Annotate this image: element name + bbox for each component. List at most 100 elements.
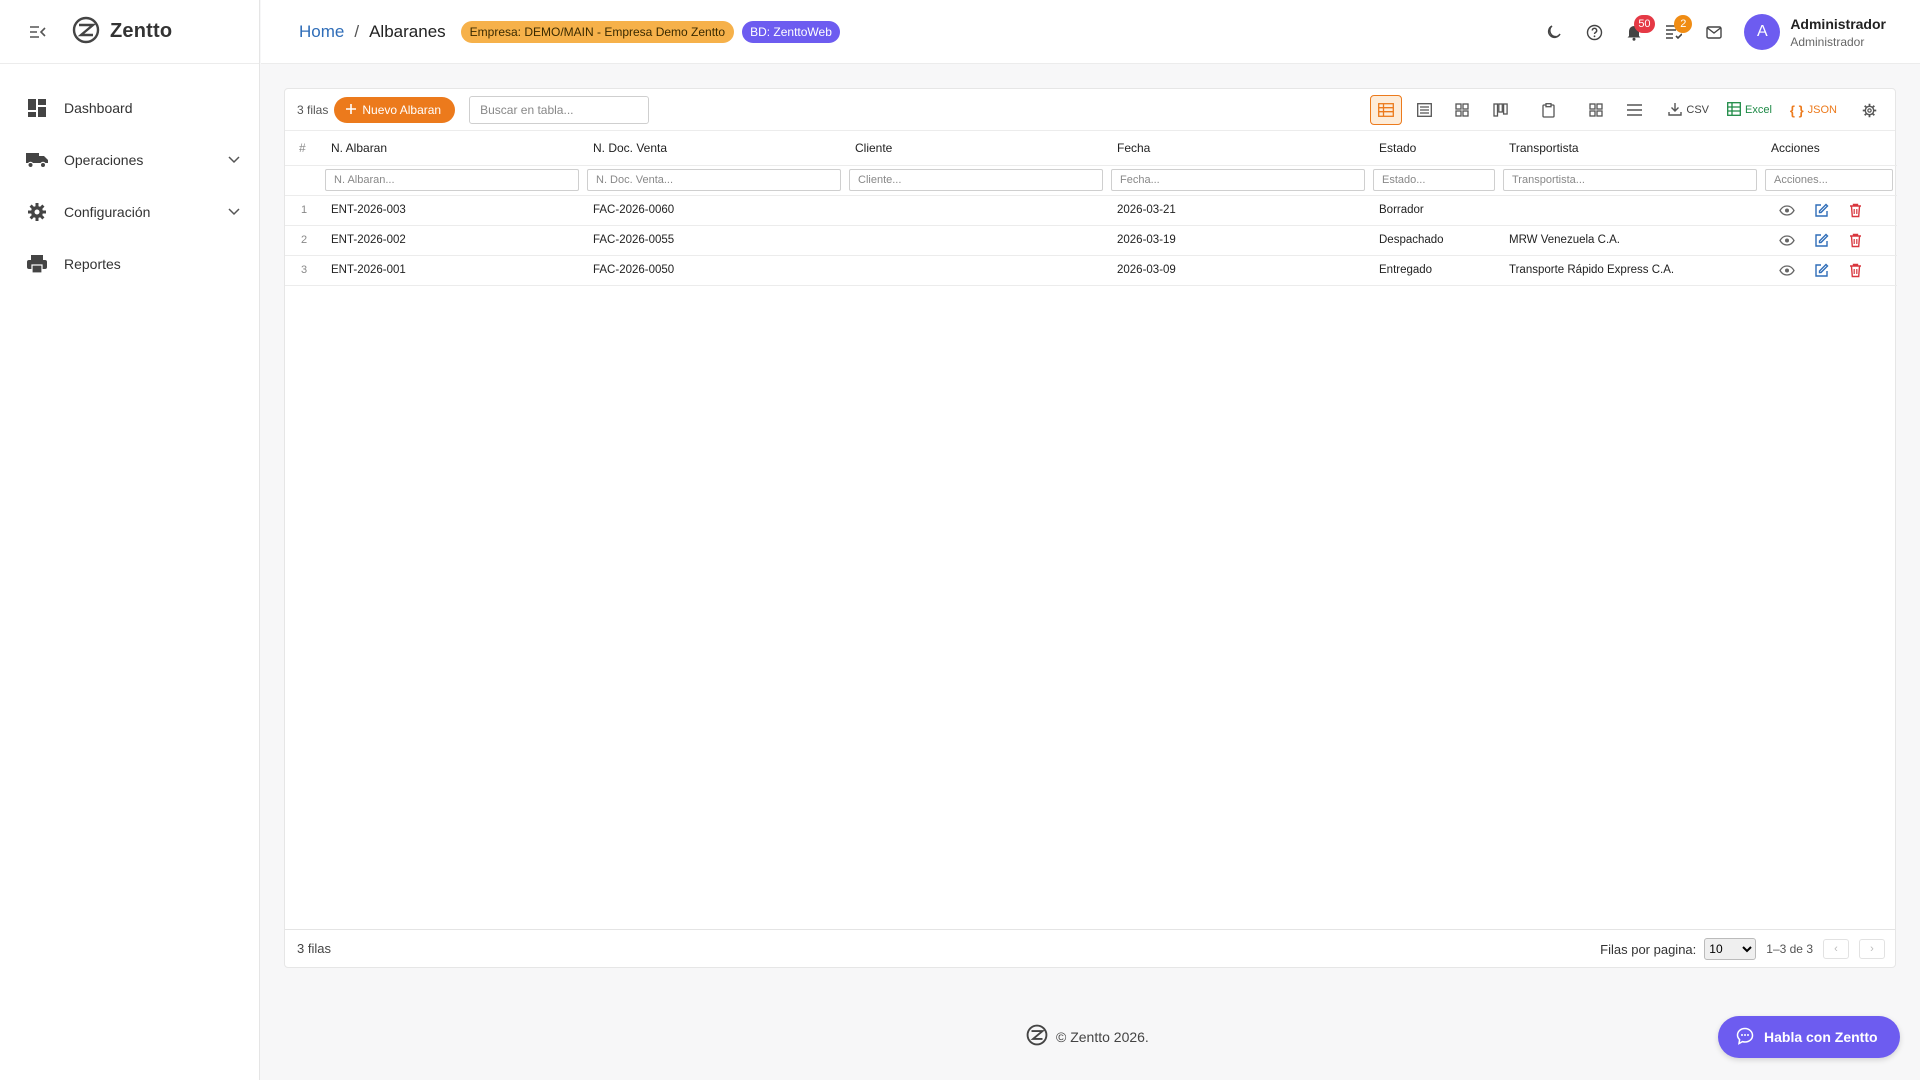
- table-row[interactable]: 1 ENT-2026-003 FAC-2026-0060 2026-03-21 …: [285, 195, 1897, 226]
- notifications-count-badge: 50: [1634, 15, 1655, 33]
- table-row[interactable]: 3 ENT-2026-001 FAC-2026-0050 2026-03-09 …: [285, 255, 1897, 286]
- prev-page-button[interactable]: ‹: [1823, 939, 1849, 959]
- avatar[interactable]: A: [1744, 14, 1781, 50]
- filter-fecha-input[interactable]: [1111, 169, 1365, 191]
- list-view-icon[interactable]: [1408, 95, 1440, 125]
- cell-fecha: 2026-03-21: [1107, 195, 1369, 226]
- column-header-cliente[interactable]: Cliente: [845, 131, 1107, 166]
- notifications-icon[interactable]: 50: [1614, 12, 1655, 52]
- cell-cliente: [845, 195, 1107, 226]
- delete-icon[interactable]: [1845, 200, 1865, 220]
- sidebar-item-label: Reportes: [64, 256, 121, 272]
- column-header-albaran[interactable]: N. Albaran: [321, 131, 583, 166]
- dark-mode-icon[interactable]: [1534, 12, 1574, 52]
- table-row[interactable]: 2 ENT-2026-002 FAC-2026-0055 2026-03-19 …: [285, 225, 1897, 256]
- mail-icon[interactable]: [1694, 12, 1734, 52]
- filter-cliente-input[interactable]: [849, 169, 1103, 191]
- next-page-button[interactable]: ›: [1859, 939, 1885, 959]
- chat-bubble-icon: [1736, 1027, 1754, 1048]
- plus-icon: [346, 103, 357, 117]
- company-badge[interactable]: Empresa: DEMO/MAIN - Empresa Demo Zentto: [460, 20, 735, 43]
- export-json-button[interactable]: { } JSON: [1790, 103, 1837, 118]
- column-header-doc-venta[interactable]: N. Doc. Venta: [583, 131, 845, 166]
- edit-icon[interactable]: [1811, 200, 1831, 220]
- cell-transportista: Transporte Rápido Express C.A.: [1499, 255, 1761, 286]
- chat-button[interactable]: Habla con Zentto: [1718, 1016, 1900, 1058]
- export-excel-button[interactable]: Excel: [1727, 101, 1772, 119]
- view-icon[interactable]: [1777, 200, 1797, 220]
- filter-estado-input[interactable]: [1373, 169, 1495, 191]
- filter-albaran-input[interactable]: [325, 169, 579, 191]
- delete-icon[interactable]: [1845, 260, 1865, 280]
- tasks-count-badge: 2: [1674, 15, 1693, 33]
- breadcrumb-home[interactable]: Home: [299, 22, 344, 42]
- sidebar-item-dashboard[interactable]: Dashboard: [0, 82, 259, 134]
- user-name: Administrador: [1790, 15, 1886, 32]
- cell-albaran: ENT-2026-002: [321, 225, 583, 256]
- albaranes-table: # N. Albaran N. Doc. Venta Cliente Fecha…: [285, 131, 1897, 286]
- view-icon[interactable]: [1777, 230, 1797, 250]
- page-range: 1–3 de 3: [1766, 942, 1813, 956]
- grid-toolbar: 3 filas Nuevo Albaran Buscar en tabla...…: [285, 89, 1895, 131]
- sidebar-item-label: Operaciones: [64, 152, 144, 168]
- filter-cell-empty: [285, 165, 321, 196]
- card-view-icon[interactable]: [1446, 95, 1478, 125]
- filter-doc-venta-input[interactable]: [587, 169, 841, 191]
- sidebar: Zentto Dashboard Operaciones Configuraci…: [0, 0, 260, 1080]
- clipboard-icon[interactable]: [1532, 95, 1564, 125]
- column-header-estado[interactable]: Estado: [1369, 131, 1499, 166]
- kanban-view-icon[interactable]: [1484, 95, 1516, 125]
- new-albaran-button[interactable]: Nuevo Albaran: [334, 96, 456, 123]
- cell-fecha: 2026-03-19: [1107, 225, 1369, 256]
- zentto-logo-icon: [1026, 1024, 1048, 1049]
- breadcrumb-separator: /: [354, 21, 360, 41]
- cell-transportista: MRW Venezuela C.A.: [1499, 225, 1761, 256]
- sidebar-item-configuracion[interactable]: Configuración: [0, 186, 259, 238]
- excel-icon: [1727, 101, 1741, 119]
- rows-per-page-select[interactable]: 10: [1704, 938, 1757, 960]
- sidebar-item-operaciones[interactable]: Operaciones: [0, 134, 259, 186]
- rows-density-icon[interactable]: [1618, 95, 1650, 125]
- column-header-index: #: [285, 131, 321, 166]
- chevron-down-icon[interactable]: [227, 153, 241, 167]
- copyright-text: © Zentto 2026.: [1056, 1028, 1149, 1045]
- edit-icon[interactable]: [1811, 260, 1831, 280]
- chevron-down-icon[interactable]: [227, 205, 241, 219]
- help-icon[interactable]: [1574, 12, 1614, 52]
- export-csv-button[interactable]: CSV: [1668, 102, 1709, 119]
- settings-icon[interactable]: [1853, 95, 1885, 125]
- table-search-input[interactable]: [469, 95, 650, 124]
- column-header-acciones[interactable]: Acciones: [1761, 131, 1897, 166]
- cell-actions: [1761, 195, 1897, 226]
- collapse-menu-icon[interactable]: [28, 22, 48, 42]
- app-logo[interactable]: Zentto: [72, 16, 172, 47]
- edit-icon[interactable]: [1811, 230, 1831, 250]
- delete-icon[interactable]: [1845, 230, 1865, 250]
- column-header-transportista[interactable]: Transportista: [1499, 131, 1761, 166]
- table-view-icon[interactable]: [1370, 95, 1403, 125]
- cell-doc-venta: FAC-2026-0060: [583, 195, 845, 226]
- cell-estado: Entregado: [1369, 255, 1499, 286]
- row-index: 2: [285, 225, 321, 256]
- grid-footer: 3 filas Filas por pagina: 10 1–3 de 3 ‹ …: [285, 929, 1895, 967]
- sidebar-nav: Dashboard Operaciones Configuración Repo…: [0, 64, 259, 290]
- cell-cliente: [845, 225, 1107, 256]
- table-header-row: # N. Albaran N. Doc. Venta Cliente Fecha…: [285, 131, 1897, 166]
- user-info: Administrador Administrador: [1790, 16, 1886, 49]
- cell-fecha: 2026-03-09: [1107, 255, 1369, 286]
- row-index: 1: [285, 195, 321, 226]
- user-menu[interactable]: A Administrador Administrador: [1744, 14, 1886, 50]
- grid-density-icon[interactable]: [1580, 95, 1612, 125]
- view-icon[interactable]: [1777, 260, 1797, 280]
- filter-transportista-input[interactable]: [1503, 169, 1757, 191]
- tasks-icon[interactable]: 2: [1654, 12, 1694, 52]
- sidebar-item-reportes[interactable]: Reportes: [0, 238, 259, 290]
- rows-count: 3 filas: [297, 102, 329, 117]
- chat-button-label: Habla con Zentto: [1764, 1029, 1878, 1045]
- download-icon: [1668, 102, 1683, 119]
- copyright: © Zentto 2026.: [1026, 1024, 1149, 1049]
- database-badge[interactable]: BD: ZenttoWeb: [742, 20, 840, 43]
- filter-acciones-input[interactable]: [1765, 169, 1893, 191]
- column-header-fecha[interactable]: Fecha: [1107, 131, 1369, 166]
- page-title: Albaranes: [369, 21, 446, 41]
